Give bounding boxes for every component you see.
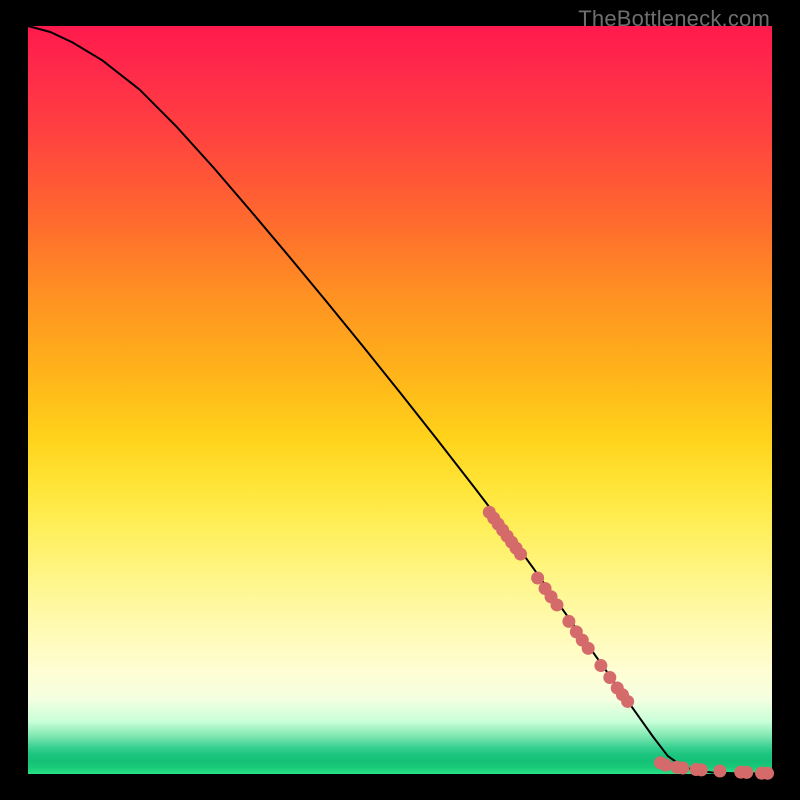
data-point-marker	[594, 659, 607, 672]
chart-container: TheBottleneck.com	[0, 0, 800, 800]
data-point-marker	[550, 598, 563, 611]
data-point-marker	[562, 615, 575, 628]
data-point-marker	[531, 572, 544, 585]
marker-series	[483, 506, 774, 780]
data-point-marker	[603, 671, 616, 684]
data-point-marker	[676, 762, 689, 775]
data-point-marker	[713, 765, 726, 778]
data-point-marker	[621, 695, 634, 708]
data-point-marker	[514, 548, 527, 561]
data-point-marker	[740, 766, 753, 779]
data-point-marker	[761, 767, 774, 780]
data-point-marker	[659, 759, 672, 772]
data-point-marker	[695, 763, 708, 776]
bottleneck-curve	[28, 26, 772, 774]
chart-svg	[0, 0, 800, 800]
data-point-marker	[582, 642, 595, 655]
